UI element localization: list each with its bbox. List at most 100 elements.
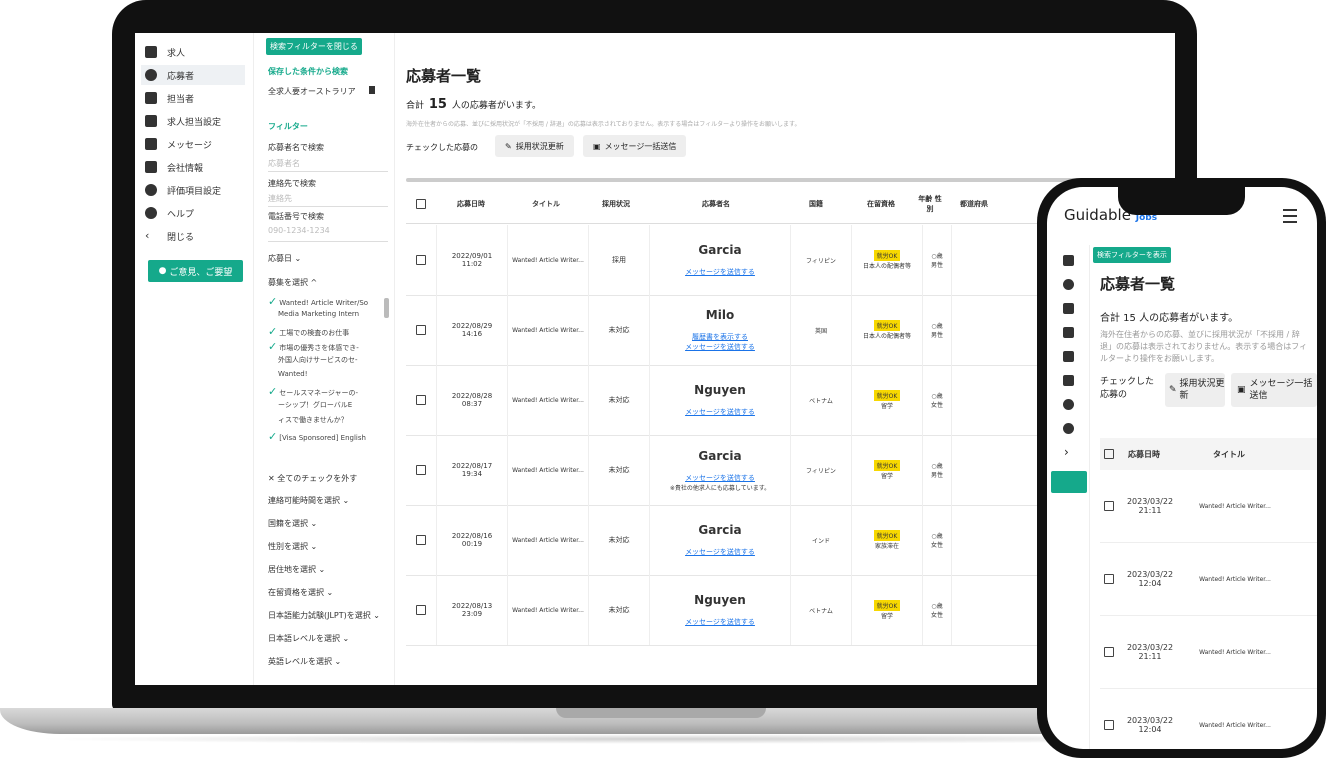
- close-filter-button[interactable]: 検索フィルターを閉じる: [266, 38, 362, 55]
- column-header[interactable]: タイトル: [506, 199, 586, 209]
- sidebar-item-company[interactable]: 会社情報: [145, 157, 245, 177]
- apply-time: 21:11: [1138, 652, 1162, 661]
- sidebar-item-applicants[interactable]: 応募者: [141, 65, 245, 85]
- row-link[interactable]: メッセージを送信する: [685, 342, 755, 352]
- gear-icon[interactable]: [1063, 399, 1074, 410]
- phone-search-input[interactable]: 090-1234-1234: [268, 226, 330, 235]
- job-checkbox-item[interactable]: Wanted!: [268, 370, 392, 385]
- update-status-button[interactable]: ✎ 採用状況更新: [495, 135, 574, 157]
- applicant-name[interactable]: Nguyen: [694, 383, 746, 397]
- row-checkbox[interactable]: [416, 325, 426, 335]
- apply-date-select[interactable]: 応募日 ⌄: [268, 253, 301, 264]
- column-header[interactable]: 都道府県: [944, 199, 1004, 209]
- age: ○歳: [931, 603, 943, 610]
- filter-select[interactable]: 日本語レベルを選択 ⌄: [268, 633, 349, 644]
- table-row[interactable]: 2023/03/22 21:11 Wanted! Article Writer...: [1100, 470, 1317, 543]
- column-header[interactable]: 国籍: [786, 199, 846, 209]
- show-filter-button[interactable]: 検索フィルターを表示: [1093, 247, 1171, 263]
- column-header[interactable]: 年齢 性別: [916, 194, 944, 214]
- contact-search-input[interactable]: 連絡先: [268, 193, 292, 204]
- apply-time: 21:11: [1138, 506, 1162, 515]
- applicant-name[interactable]: Garcia: [698, 523, 741, 537]
- applicant-name[interactable]: Garcia: [698, 243, 741, 257]
- row-checkbox[interactable]: [1104, 720, 1114, 730]
- row-checkbox[interactable]: [416, 255, 426, 265]
- column-header[interactable]: 採用状況: [586, 199, 646, 209]
- row-link[interactable]: メッセージを送信する: [685, 267, 755, 277]
- row-checkbox[interactable]: [416, 605, 426, 615]
- chevron-right-icon[interactable]: ›: [1064, 445, 1069, 459]
- table-row[interactable]: 2023/03/22 21:11 Wanted! Article Writer...: [1100, 616, 1317, 689]
- name-search-input[interactable]: 応募者名: [268, 158, 300, 169]
- org-chart-icon[interactable]: [1063, 327, 1074, 338]
- document-icon[interactable]: [1063, 255, 1074, 266]
- job-checkbox-item[interactable]: ✓ Wanted! Article Writer/So: [268, 295, 392, 310]
- clear-all-checks[interactable]: ✕ 全てのチェックを外す: [268, 473, 357, 484]
- job-checkbox-item[interactable]: ィスで働きませんか？: [268, 415, 392, 430]
- row-checkbox[interactable]: [1104, 501, 1114, 511]
- job-select-toggle[interactable]: 募集を選択 ^: [268, 277, 317, 288]
- job-checkbox-item[interactable]: ーシップ！グローバルE: [268, 400, 392, 415]
- column-header[interactable]: 応募日時: [436, 199, 506, 209]
- row-checkbox[interactable]: [416, 465, 426, 475]
- message-icon[interactable]: [1063, 351, 1074, 362]
- job-checkbox-item[interactable]: ✓ 工場での検査のお仕事: [268, 325, 392, 340]
- bulk-action-label: チェックした応募の: [406, 143, 478, 152]
- column-header[interactable]: 在留資格: [846, 199, 916, 209]
- filter-select[interactable]: 居住地を選択 ⌄: [268, 564, 325, 575]
- filter-select[interactable]: 日本語能力試験(JLPT)を選択 ⌄: [268, 610, 380, 621]
- sidebar-item-staff[interactable]: 担当者: [145, 88, 245, 108]
- scrollbar[interactable]: [384, 298, 389, 318]
- trash-icon[interactable]: [369, 86, 375, 94]
- filter-select[interactable]: 英語レベルを選択 ⌄: [268, 656, 341, 667]
- filter-select[interactable]: 性別を選択 ⌄: [268, 541, 317, 552]
- sidebar-item-close[interactable]: ‹ 閉じる: [145, 226, 245, 246]
- bulk-message-button[interactable]: ▣ メッセージ一括送信: [583, 135, 687, 157]
- table-row[interactable]: 2023/03/22 12:04 Wanted! Article Writer...: [1100, 689, 1317, 749]
- building-icon[interactable]: [1063, 375, 1074, 386]
- horizontal-scrollbar[interactable]: [406, 178, 1086, 182]
- filter-select[interactable]: 国籍を選択 ⌄: [268, 518, 317, 529]
- sidebar-item-jobs[interactable]: 求人: [145, 42, 245, 62]
- status: 採用: [588, 225, 649, 295]
- contact-card-icon[interactable]: [1063, 303, 1074, 314]
- org-chart-icon: [145, 115, 157, 127]
- sidebar-item-messages[interactable]: メッセージ: [145, 134, 245, 154]
- feedback-button[interactable]: [1051, 471, 1087, 493]
- feedback-button[interactable]: ● ご意見、ご要望: [148, 260, 243, 282]
- sidebar-item-help[interactable]: ヘルプ: [145, 203, 245, 223]
- row-link[interactable]: メッセージを送信する: [670, 473, 770, 483]
- filter-select[interactable]: 在留資格を選択 ⌄: [268, 587, 333, 598]
- row-checkbox[interactable]: [1104, 574, 1114, 584]
- table-row[interactable]: 2023/03/22 12:04 Wanted! Article Writer...: [1100, 543, 1317, 616]
- applicant-name[interactable]: Milo: [706, 308, 734, 322]
- row-checkbox[interactable]: [1104, 647, 1114, 657]
- column-header[interactable]: 応募者名: [646, 199, 786, 209]
- users-icon[interactable]: [1063, 279, 1074, 290]
- row-link[interactable]: メッセージを送信する: [685, 617, 755, 627]
- job-checkbox-item[interactable]: ✓ セールスマネージャーの-: [268, 385, 392, 400]
- row-link[interactable]: 履歴書を表示する: [685, 332, 755, 342]
- job-checkbox-item[interactable]: ✓ 市場の優秀さを体感でき-: [268, 340, 392, 355]
- row-link[interactable]: メッセージを送信する: [685, 547, 755, 557]
- applicant-name[interactable]: Nguyen: [694, 593, 746, 607]
- bulk-message-button[interactable]: ▣ メッセージ一括送信: [1231, 373, 1317, 407]
- filter-select[interactable]: 連絡可能時間を選択 ⌄: [268, 495, 349, 506]
- filter-title: フィルター: [268, 122, 308, 131]
- job-checkbox-item[interactable]: ✓ [Visa Sponsored] English: [268, 430, 392, 445]
- job-checkbox-item[interactable]: 外国人向けサービスのセ-: [268, 355, 392, 370]
- work-ok-badge: 就労OK: [873, 530, 901, 541]
- menu-icon[interactable]: [1283, 209, 1297, 223]
- row-link[interactable]: メッセージを送信する: [685, 407, 755, 417]
- applicant-name[interactable]: Garcia: [698, 449, 741, 463]
- row-checkbox[interactable]: [416, 535, 426, 545]
- saved-search-select[interactable]: 全求人要オーストラリア: [268, 86, 356, 97]
- sidebar-item-evaluation[interactable]: 評価項目設定: [145, 180, 245, 200]
- update-status-button[interactable]: ✎ 採用状況更新: [1165, 373, 1225, 407]
- help-icon[interactable]: [1063, 423, 1074, 434]
- select-all-checkbox[interactable]: [1104, 449, 1114, 459]
- sidebar-item-job-assignment[interactable]: 求人担当設定: [145, 111, 245, 131]
- select-all-checkbox[interactable]: [416, 199, 426, 209]
- job-checkbox-item[interactable]: Media Marketing Intern: [268, 310, 392, 325]
- row-checkbox[interactable]: [416, 395, 426, 405]
